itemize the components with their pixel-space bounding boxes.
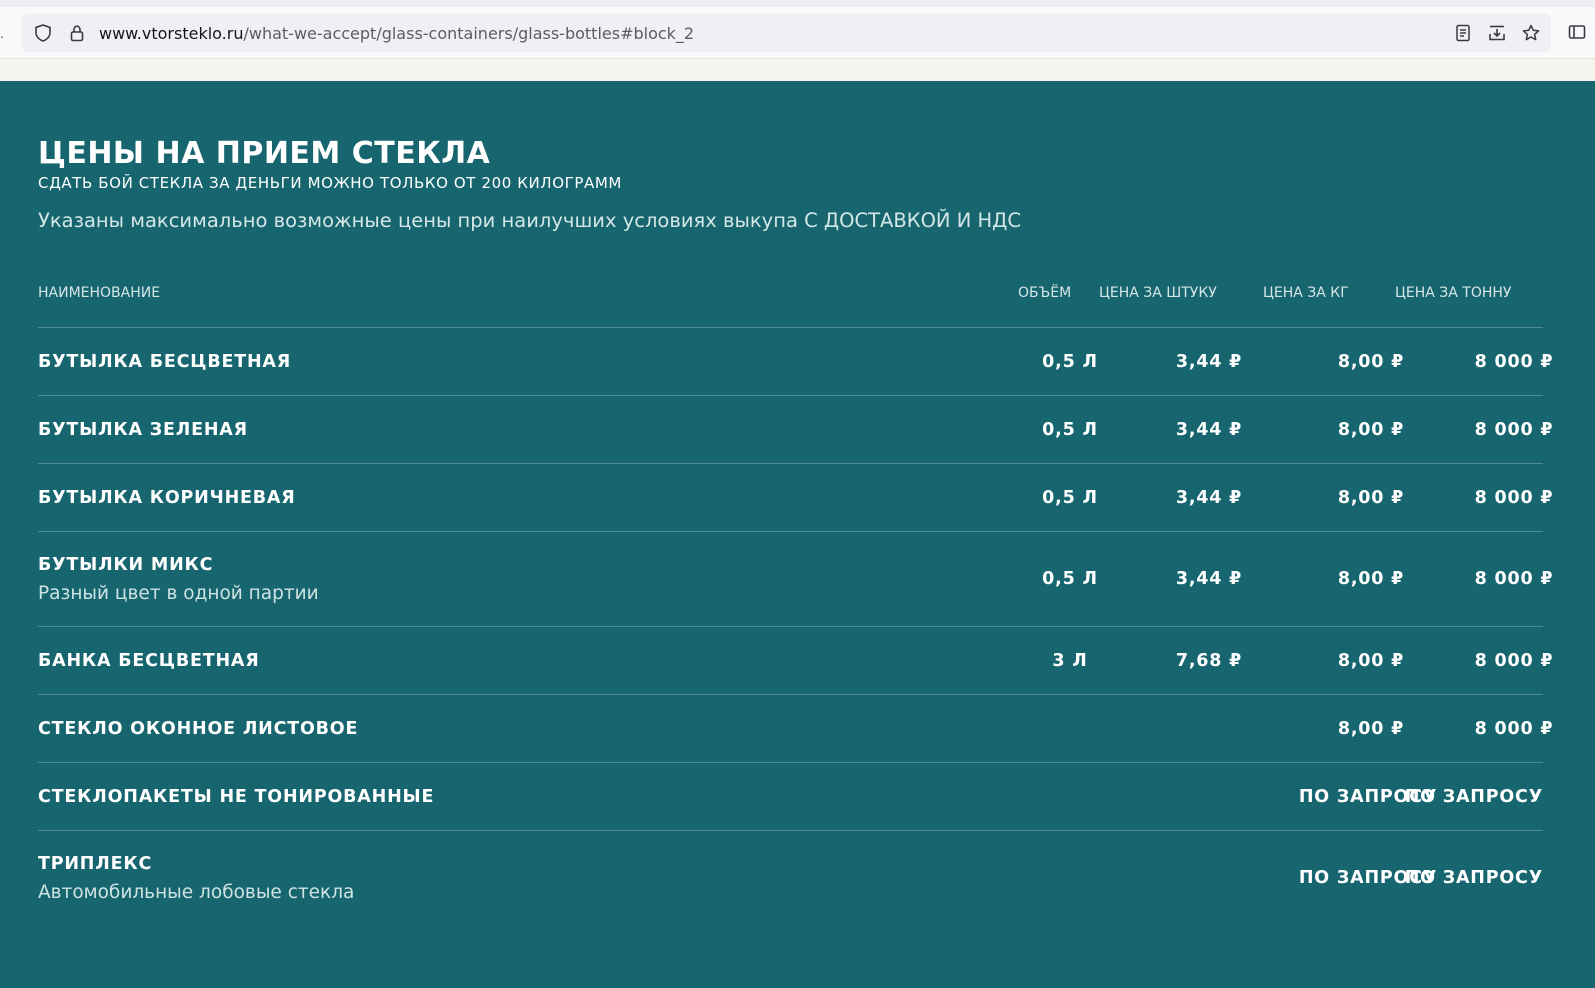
bookmark-star-icon[interactable] [1519, 21, 1543, 45]
url-text[interactable]: www.vtorsteklo.ru/what-we-accept/glass-c… [99, 24, 694, 43]
item-price-ton: 8 000 ₽ [1474, 719, 1554, 739]
price-table: НАИМЕНОВАНИЕ ОБЪЁМ ЦЕНА ЗА ШТУКУ ЦЕНА ЗА… [38, 261, 1553, 926]
item-description: Автомобильные лобовые стекла [38, 882, 355, 903]
address-bar[interactable]: www.vtorsteklo.ru/what-we-accept/glass-c… [22, 14, 1551, 52]
item-price-ton: 8 000 ₽ [1474, 420, 1554, 440]
item-price-kg: 8,00 ₽ [1337, 352, 1405, 372]
item-price-kg: 8,00 ₽ [1337, 719, 1405, 739]
item-price-ton: ПО ЗАПРОСУ [1404, 868, 1543, 888]
reader-view-icon[interactable] [1451, 21, 1475, 45]
item-price-kg: 8,00 ₽ [1337, 420, 1405, 440]
item-name: БУТЫЛКА ЗЕЛЕНАЯ [38, 420, 248, 440]
back-arrow-fragment[interactable]: . [0, 24, 6, 42]
item-price-kg: 8,00 ₽ [1337, 488, 1405, 508]
item-name: БУТЫЛКА БЕСЦВЕТНАЯ [38, 352, 292, 372]
sidebar-toggle-icon[interactable] [1565, 20, 1589, 44]
prices-section: ЦЕНЫ НА ПРИЕМ СТЕКЛА СДАТЬ БОЙ СТЕКЛА ЗА… [0, 81, 1595, 988]
download-icon[interactable] [1485, 21, 1509, 45]
item-price-kg: 8,00 ₽ [1337, 651, 1405, 671]
item-volume: 0,5 Л [1042, 488, 1098, 508]
shield-icon[interactable] [31, 21, 55, 45]
item-price-kg: 8,00 ₽ [1337, 569, 1405, 589]
item-price-ton: 8 000 ₽ [1474, 651, 1554, 671]
item-volume: 3 Л [1052, 651, 1088, 671]
table-row: БУТЫЛКА БЕСЦВЕТНАЯ 0,5 Л 3,44 ₽ 8,00 ₽ 8… [38, 328, 1553, 396]
header-name: НАИМЕНОВАНИЕ [38, 285, 161, 301]
price-note: Указаны максимально возможные цены при н… [38, 209, 1022, 232]
item-name: БУТЫЛКИ МИКС [38, 555, 214, 575]
header-strip [0, 58, 1595, 82]
item-description: Разный цвет в одной партии [38, 583, 319, 604]
lock-icon[interactable] [65, 21, 89, 45]
item-price-ton: 8 000 ₽ [1474, 488, 1554, 508]
header-volume: ОБЪЁМ [1018, 285, 1072, 301]
table-row: СТЕКЛОПАКЕТЫ НЕ ТОНИРОВАННЫЕ ПО ЗАПРОСУ … [38, 763, 1543, 831]
item-name: БУТЫЛКА КОРИЧНЕВАЯ [38, 488, 296, 508]
item-price-piece: 3,44 ₽ [1175, 488, 1243, 508]
item-volume: 0,5 Л [1042, 420, 1098, 440]
tab-strip-edge [0, 0, 1595, 7]
table-row: БУТЫЛКА КОРИЧНЕВАЯ 0,5 Л 3,44 ₽ 8,00 ₽ 8… [38, 464, 1553, 532]
item-price-ton: ПО ЗАПРОСУ [1404, 787, 1543, 807]
browser-toolbar: . www.vtorsteklo.ru/what-we-accept/glass… [0, 0, 1595, 60]
item-price-piece: 3,44 ₽ [1175, 569, 1243, 589]
section-subtitle: СДАТЬ БОЙ СТЕКЛА ЗА ДЕНЬГИ МОЖНО ТОЛЬКО … [38, 174, 622, 192]
item-volume: 0,5 Л [1042, 352, 1098, 372]
table-header: НАИМЕНОВАНИЕ ОБЪЁМ ЦЕНА ЗА ШТУКУ ЦЕНА ЗА… [38, 261, 1543, 328]
item-name: ТРИПЛЕКС [38, 854, 153, 874]
table-row: БУТЫЛКИ МИКС Разный цвет в одной партии … [38, 532, 1553, 627]
table-row: БУТЫЛКА ЗЕЛЕНАЯ 0,5 Л 3,44 ₽ 8,00 ₽ 8 00… [38, 396, 1553, 464]
table-row: БАНКА БЕСЦВЕТНАЯ 3 Л 7,68 ₽ 8,00 ₽ 8 000… [38, 627, 1553, 695]
item-volume: 0,5 Л [1042, 569, 1098, 589]
header-price-ton: ЦЕНА ЗА ТОННУ [1395, 285, 1512, 301]
item-price-ton: 8 000 ₽ [1474, 569, 1554, 589]
item-name: СТЕКЛОПАКЕТЫ НЕ ТОНИРОВАННЫЕ [38, 787, 435, 807]
url-host: www.vtorsteklo.ru [99, 23, 244, 43]
table-row: СТЕКЛО ОКОННОЕ ЛИСТОВОЕ 8,00 ₽ 8 000 ₽ [38, 695, 1553, 763]
section-title: ЦЕНЫ НА ПРИЕМ СТЕКЛА [38, 136, 491, 171]
header-price-kg: ЦЕНА ЗА КГ [1263, 285, 1349, 301]
header-price-piece: ЦЕНА ЗА ШТУКУ [1099, 285, 1217, 301]
item-price-piece: 7,68 ₽ [1175, 651, 1243, 671]
item-name: БАНКА БЕСЦВЕТНАЯ [38, 651, 260, 671]
item-price-ton: 8 000 ₽ [1474, 352, 1554, 372]
item-name: СТЕКЛО ОКОННОЕ ЛИСТОВОЕ [38, 719, 359, 739]
table-row: ТРИПЛЕКС Автомобильные лобовые стекла ПО… [38, 831, 1543, 926]
item-price-piece: 3,44 ₽ [1175, 352, 1243, 372]
url-path: /what-we-accept/glass-containers/glass-b… [243, 23, 695, 43]
item-price-piece: 3,44 ₽ [1175, 420, 1243, 440]
